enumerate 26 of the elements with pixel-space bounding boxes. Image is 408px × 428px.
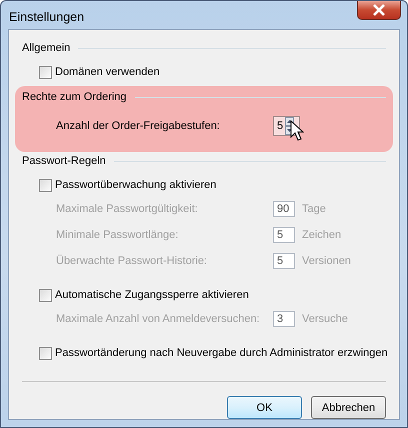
checkbox[interactable] (39, 346, 52, 360)
dialog-button[interactable]: OK (227, 396, 302, 419)
field-label: Anzahl der Order-Freigabestufen: (56, 120, 221, 132)
checkbox[interactable] (39, 178, 52, 192)
field-label: Maximale Passwortgültigkeit: (56, 203, 199, 215)
checkbox-label[interactable]: Passwortänderung nach Neuvergabe durch Administrator erzwingen (55, 347, 388, 359)
mouse-pointer-icon (290, 120, 304, 142)
field-label: Maximale Anzahl von Anmeldeversuchen: (56, 313, 261, 325)
checkbox[interactable] (39, 66, 52, 78)
checkbox-label[interactable]: Passwortüberwachung aktivieren (55, 179, 216, 191)
section-heading: Allgemein (22, 42, 70, 54)
checkbox-label[interactable]: Domänen verwenden (55, 66, 160, 78)
checkbox-label[interactable]: Automatische Zugangssperre aktivieren (55, 289, 249, 301)
dialog-button[interactable]: Abbrechen (311, 396, 386, 419)
unit-label: Versionen (302, 255, 351, 267)
checkbox[interactable] (39, 288, 52, 302)
field-label: Minimale Passwortlänge: (56, 229, 180, 241)
close-icon (372, 4, 386, 16)
section-heading: Rechte zum Ordering (22, 91, 127, 103)
section-heading: Passwort-Regeln (22, 155, 106, 167)
unit-label: Tage (302, 203, 326, 215)
unit-label: Versuche (302, 313, 348, 325)
field-label: Überwachte Passwort-Historie: (56, 255, 208, 267)
unit-label: Zeichen (302, 229, 342, 241)
close-button[interactable] (357, 1, 401, 20)
window-title: Einstellungen (9, 10, 84, 24)
